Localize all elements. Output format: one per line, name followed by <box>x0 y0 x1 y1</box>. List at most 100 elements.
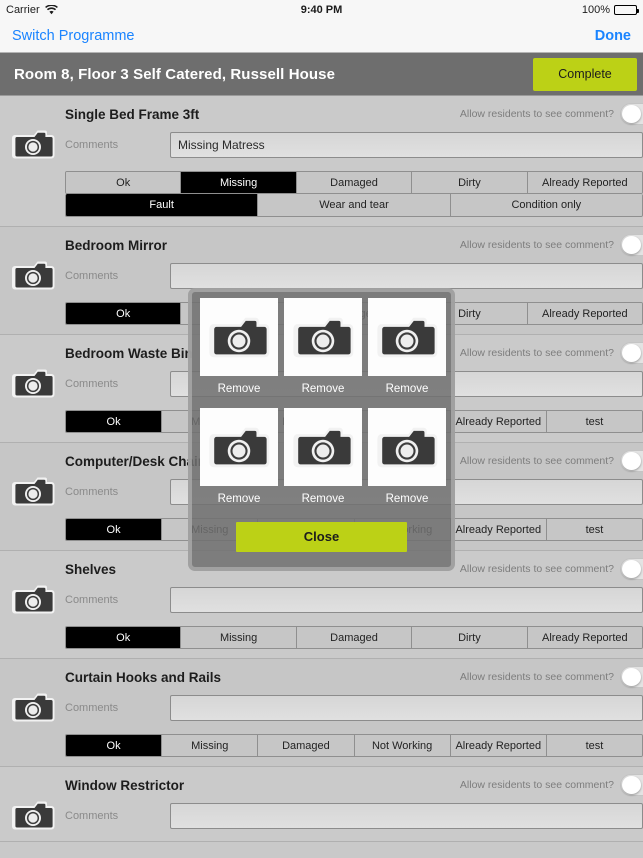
item-body: Comments <box>0 128 643 161</box>
photo-button[interactable] <box>0 799 65 832</box>
condition-option[interactable]: Damaged <box>258 735 355 756</box>
condition-option[interactable]: Ok <box>66 735 163 756</box>
inspection-item: Window Restrictor Allow residents to see … <box>0 767 643 842</box>
camera-icon <box>11 799 55 832</box>
camera-icon <box>292 424 354 471</box>
condition-option[interactable]: Dirty <box>412 627 528 648</box>
allow-residents-toggle-group[interactable]: Allow residents to see comment? <box>460 342 643 364</box>
status-bar: Carrier 9:40 PM 100% <box>0 0 643 20</box>
condition-option[interactable]: Wear and tear <box>258 194 451 216</box>
item-body: Comments <box>0 583 643 616</box>
camera-icon <box>208 424 270 471</box>
item-title: Shelves <box>65 561 117 577</box>
photo-thumbnail[interactable] <box>368 408 446 486</box>
condition-option[interactable]: Missing <box>181 172 297 193</box>
allow-residents-label: Allow residents to see comment? <box>459 347 614 359</box>
condition-option[interactable]: Ok <box>66 627 182 648</box>
switch-programme-button[interactable]: Switch Programme <box>12 28 134 44</box>
photo-thumbnail[interactable] <box>200 408 278 486</box>
condition-option[interactable]: Damaged <box>296 172 413 193</box>
condition-option[interactable]: Fault <box>66 194 259 216</box>
toggle-knob <box>622 560 641 578</box>
photo-thumbnail[interactable] <box>284 298 362 376</box>
condition-option[interactable]: test <box>546 735 642 756</box>
remove-photo-button[interactable]: Remove <box>284 383 362 395</box>
allow-residents-toggle-group[interactable]: Allow residents to see comment? <box>460 774 643 796</box>
remove-photo-button[interactable]: Remove <box>200 493 278 505</box>
complete-button[interactable]: Complete <box>533 57 637 91</box>
condition-option[interactable]: Not Working <box>354 735 451 756</box>
allow-residents-toggle-group[interactable]: Allow residents to see comment? <box>460 234 643 256</box>
photo-thumbnail-cell: Remove <box>368 408 446 518</box>
remove-photo-button[interactable]: Remove <box>200 383 278 395</box>
photo-button[interactable] <box>0 475 65 508</box>
remove-photo-button[interactable]: Remove <box>368 493 446 505</box>
condition-option[interactable]: Already Reported <box>527 172 642 193</box>
allow-residents-label: Allow residents to see comment? <box>459 455 614 467</box>
photo-button[interactable] <box>0 691 65 724</box>
condition-option[interactable]: Already Reported <box>527 627 642 648</box>
allow-residents-toggle-group[interactable]: Allow residents to see comment? <box>460 666 643 688</box>
comments-label: Comments <box>65 377 119 390</box>
photo-thumbnail-grid: Remove Remove Remove Remove Remove Remove <box>200 298 446 518</box>
item-title: Bedroom Waste Bin <box>65 345 193 361</box>
photo-button[interactable] <box>0 259 65 292</box>
allow-residents-toggle[interactable] <box>620 666 643 688</box>
toggle-knob <box>622 236 641 254</box>
condition-row[interactable]: Fault Wear and tear Condition only <box>65 194 643 217</box>
battery-percent-label: 100% <box>581 4 610 16</box>
camera-icon <box>376 424 438 471</box>
camera-icon <box>11 691 55 724</box>
allow-residents-toggle[interactable] <box>620 450 643 472</box>
allow-residents-toggle-group[interactable]: Allow residents to see comment? <box>460 558 643 580</box>
condition-option[interactable]: test <box>546 519 642 540</box>
condition-row[interactable]: OkMissingDamagedDirtyAlready Reported <box>65 171 643 194</box>
photo-button[interactable] <box>0 367 65 400</box>
condition-option[interactable]: Damaged <box>296 627 413 648</box>
item-title: Computer/Desk Chair <box>65 453 204 469</box>
condition-option[interactable]: Already Reported <box>450 735 547 756</box>
allow-residents-toggle[interactable] <box>620 342 643 364</box>
condition-option[interactable]: test <box>546 411 642 432</box>
comment-input[interactable] <box>170 586 643 613</box>
allow-residents-toggle[interactable] <box>620 234 643 256</box>
allow-residents-label: Allow residents to see comment? <box>459 671 614 683</box>
condition-option[interactable]: Missing <box>162 735 259 756</box>
allow-residents-toggle-group[interactable]: Allow residents to see comment? <box>460 103 643 125</box>
photo-thumbnail[interactable] <box>200 298 278 376</box>
condition-option[interactable]: Already Reported <box>450 411 547 432</box>
photo-thumbnail[interactable] <box>368 298 446 376</box>
remove-photo-button[interactable]: Remove <box>368 383 446 395</box>
comment-input[interactable] <box>170 802 643 829</box>
condition-option[interactable]: Dirty <box>412 172 528 193</box>
camera-icon <box>208 314 270 361</box>
item-title: Single Bed Frame 3ft <box>65 106 200 122</box>
allow-residents-toggle-group[interactable]: Allow residents to see comment? <box>460 450 643 472</box>
remove-photo-button[interactable]: Remove <box>284 493 362 505</box>
condition-option[interactable]: Ok <box>66 303 182 324</box>
condition-option[interactable]: Ok <box>66 411 163 432</box>
condition-option[interactable]: Ok <box>66 172 182 193</box>
item-header: Curtain Hooks and Rails Allow residents t… <box>0 666 643 688</box>
condition-option[interactable]: Already Reported <box>527 303 642 324</box>
photo-button[interactable] <box>0 583 65 616</box>
photo-thumbnail[interactable] <box>284 408 362 486</box>
condition-row[interactable]: OkMissingDamagedDirtyAlready Reported <box>65 626 643 649</box>
comment-input[interactable] <box>170 131 643 158</box>
condition-option[interactable]: Missing <box>181 627 297 648</box>
navigation-bar: Switch Programme Done <box>0 20 643 53</box>
condition-row[interactable]: OkMissingDamagedNot WorkingAlready Repor… <box>65 734 643 757</box>
allow-residents-toggle[interactable] <box>620 103 643 125</box>
allow-residents-toggle[interactable] <box>620 774 643 796</box>
condition-option[interactable]: Condition only <box>450 194 642 216</box>
comment-input[interactable] <box>170 694 643 721</box>
done-button[interactable]: Done <box>595 28 631 44</box>
photo-gallery-modal[interactable]: Remove Remove Remove Remove Remove Remove Clo… <box>188 288 455 571</box>
close-button[interactable]: Close <box>236 522 407 552</box>
condition-option[interactable]: Already Reported <box>450 519 547 540</box>
condition-option[interactable]: Ok <box>66 519 163 540</box>
photo-button[interactable] <box>0 128 65 161</box>
comment-input[interactable] <box>170 262 643 289</box>
allow-residents-toggle[interactable] <box>620 558 643 580</box>
toggle-knob <box>622 344 641 362</box>
